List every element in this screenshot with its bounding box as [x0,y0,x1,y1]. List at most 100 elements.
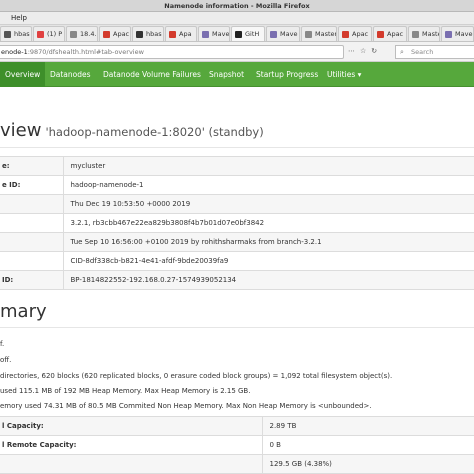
table-row: 129.5 GB (4.38%) [0,454,474,474]
nav-overview[interactable]: Overview [0,62,46,87]
nav-datanodes[interactable]: Datanodes [45,62,96,87]
table-row: l Capacity: 2.89 TB [0,416,474,436]
table-row: 3.2.1, rb3cbb467e22ea829b3808f4b7b01d07e… [0,213,474,233]
tab-favicon-icon [377,31,384,38]
table-row: l Remote Capacity: 0 B [0,435,474,455]
nav-snapshot[interactable]: Snapshot [204,62,249,87]
tab-label: hbas [14,30,30,38]
nav-startup-progress[interactable]: Startup Progress [251,62,323,87]
row-key [0,251,64,271]
tab-label: Maste [422,30,440,38]
nav-utilities-dropdown[interactable]: Utilities ▾ [322,62,366,87]
tab-label: Master [315,30,337,38]
tab-strip: hbas (1) P 18.4. Bu Apac hbas Apa Mave G… [0,25,474,42]
browser-tab[interactable]: hbas [0,26,32,41]
browser-tab[interactable]: Mave [441,26,474,41]
row-key: l Remote Capacity: [0,435,263,455]
row-key: e: [0,156,64,176]
nav-datanode-volume-failures[interactable]: Datanode Volume Failures [98,62,206,87]
browser-tab[interactable]: hbas [132,26,164,41]
tab-favicon-icon [169,31,176,38]
browser-tab[interactable]: Mave [266,26,300,41]
row-key [0,213,64,233]
tab-favicon-icon [412,31,419,38]
browser-tab[interactable]: Apac [99,26,131,41]
row-key: ID: [0,270,64,290]
tab-label: (1) P [47,30,63,38]
row-key [0,232,64,252]
row-key [0,194,64,214]
summary-line: f. [0,340,5,348]
overview-heading: view'hadoop-namenode-1:8020' (standby) [0,120,264,141]
summary-line: off. [0,356,12,364]
browser-tab[interactable]: (1) P [33,26,65,41]
hadoop-navbar: Overview Datanodes Datanode Volume Failu… [0,62,474,87]
tab-label: Mave [455,30,473,38]
tab-favicon-icon [202,31,209,38]
url-action-icons: ⋯☆↻ [348,47,382,55]
search-icon: ⌕ [400,48,404,56]
browser-tab-active[interactable]: GitH [231,26,265,41]
window-title-bar: Namenode information - Mozilla Firefox [0,0,474,12]
browser-tab[interactable]: Maste [408,26,440,41]
table-row: Tue Sep 10 16:56:00 +0100 2019 by rohith… [0,232,474,252]
search-placeholder: Search [411,48,434,56]
table-row: CID-8df338cb-b821-4e41-afdf-9bde20039fa9 [0,251,474,271]
row-value: 0 B [262,435,474,455]
tab-favicon-icon [270,31,277,38]
tab-label: Apac [387,30,404,38]
url-path: :9870/dfshealth.html#tab-overview [27,48,144,56]
page-content: view'hadoop-namenode-1:8020' (standby) e… [0,87,474,474]
browser-tab[interactable]: Apac [373,26,407,41]
tab-favicon-icon [445,31,452,38]
summary-line: used 115.1 MB of 192 MB Heap Memory. Max… [0,387,251,395]
summary-line: directories, 620 blocks (620 replicated … [0,372,393,380]
browser-tab[interactable]: 18.4. Bu [66,26,98,41]
url-host: enode-1 [1,48,28,56]
browser-tab[interactable]: Mave [198,26,230,41]
row-value: CID-8df338cb-b821-4e41-afdf-9bde20039fa9 [63,251,474,271]
table-row: ID: BP-1814822552-192.168.0.27-1574939052… [0,270,474,290]
tab-favicon-icon [136,31,143,38]
more-actions-icon[interactable]: ⋯ [348,47,360,55]
tab-favicon-icon [37,31,44,38]
menu-help[interactable]: Help [11,14,27,22]
tab-favicon-icon [70,31,77,38]
tab-label: Mave [212,30,230,38]
table-row: Thu Dec 19 10:53:50 +0000 2019 [0,194,474,214]
url-bar[interactable]: enode-1:9870/dfshealth.html#tab-overview [0,45,344,59]
menu-bar: Help [0,12,474,25]
row-value: 129.5 GB (4.38%) [262,454,474,474]
summary-line: emory used 74.31 MB of 80.5 MB Commited … [0,402,372,410]
tab-label: 18.4. Bu [80,30,97,38]
row-key: l Capacity: [0,416,263,436]
row-key [0,454,263,474]
browser-tab[interactable]: Master [301,26,337,41]
reload-icon[interactable]: ↻ [371,47,382,55]
browser-tab[interactable]: Apac [338,26,372,41]
row-key: e ID: [0,175,64,195]
browser-nav-bar: enode-1:9870/dfshealth.html#tab-overview… [0,42,474,62]
tab-label: Mave [280,30,298,38]
tab-label: Apa [179,30,192,38]
row-value: mycluster [63,156,474,176]
divider [0,147,474,148]
row-value: Tue Sep 10 16:56:00 +0100 2019 by rohith… [63,232,474,252]
browser-tab[interactable]: Apa [165,26,197,41]
search-input[interactable]: ⌕ Search [395,45,474,59]
row-value: BP-1814822552-192.168.0.27-1574939052134 [63,270,474,290]
tab-label: hbas [146,30,162,38]
divider [0,327,474,328]
summary-table: l Capacity: 2.89 TB l Remote Capacity: 0 B… [0,416,474,474]
summary-heading: mary [0,301,47,322]
tab-label: GitH [245,30,260,38]
bookmark-star-icon[interactable]: ☆ [360,47,371,55]
tab-label: Apac [352,30,369,38]
tab-favicon-icon [235,31,242,38]
table-row: e: mycluster [0,156,474,176]
row-value: Thu Dec 19 10:53:50 +0000 2019 [63,194,474,214]
table-row: e ID: hadoop-namenode-1 [0,175,474,195]
tab-favicon-icon [4,31,11,38]
row-value: 3.2.1, rb3cbb467e22ea829b3808f4b7b01d07e… [63,213,474,233]
tab-favicon-icon [305,31,312,38]
